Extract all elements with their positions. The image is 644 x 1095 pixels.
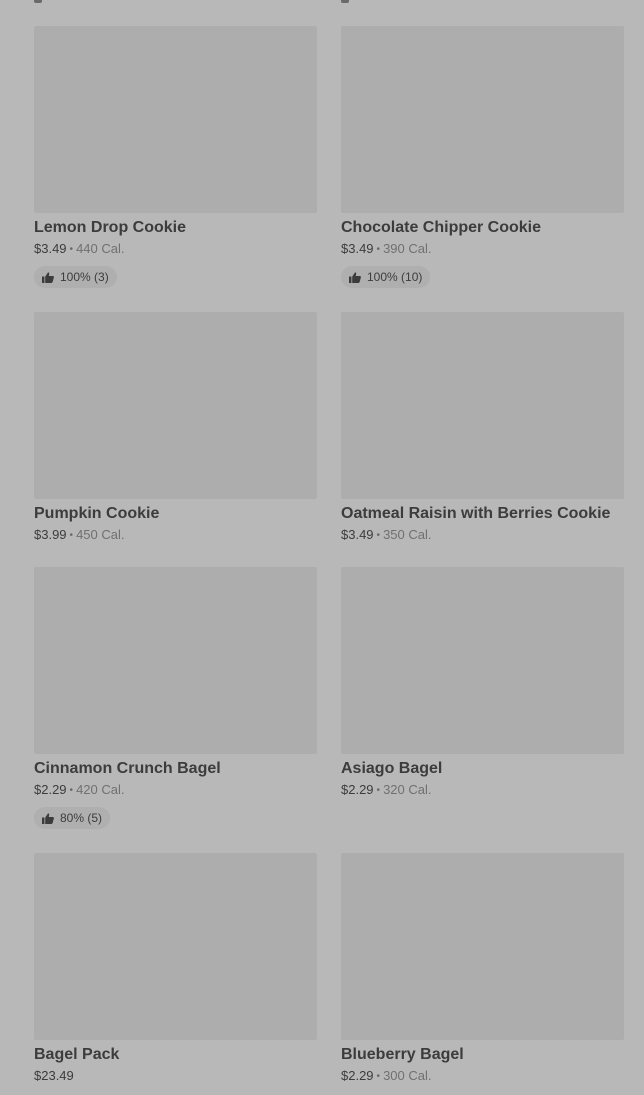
menu-item-card[interactable]: Bagel Pack $23.49 bbox=[34, 853, 317, 1084]
rating-badge: 80% (5) bbox=[34, 807, 111, 829]
menu-item-image[interactable] bbox=[34, 26, 317, 213]
menu-page: Lemon Drop Cookie $3.49 • 440 Cal. 100% (3… bbox=[0, 0, 644, 1095]
menu-item-image[interactable] bbox=[341, 312, 624, 499]
menu-item-card[interactable]: Asiago Bagel $2.29 • 320 Cal. bbox=[341, 567, 624, 829]
menu-item-price: $2.29 bbox=[34, 782, 67, 797]
separator-dot: • bbox=[376, 785, 381, 796]
menu-item-meta: $3.49 • 440 Cal. bbox=[34, 242, 317, 257]
menu-item-price: $3.49 bbox=[34, 241, 67, 256]
menu-item-meta: $3.49 • 350 Cal. bbox=[341, 528, 624, 543]
menu-item-name: Lemon Drop Cookie bbox=[34, 219, 187, 236]
menu-item-price: $3.49 bbox=[341, 527, 374, 542]
menu-item-price: $2.29 bbox=[341, 782, 374, 797]
previous-price-fragment bbox=[34, 0, 42, 3]
previous-price-fragment bbox=[341, 0, 349, 3]
rating-badge: 100% (3) bbox=[34, 266, 117, 288]
menu-item-card[interactable]: Chocolate Chipper Cookie $3.49 • 390 Cal. … bbox=[341, 26, 624, 288]
rating-value: 100% (10) bbox=[367, 270, 423, 284]
menu-item-price: $23.49 bbox=[34, 1068, 74, 1083]
menu-item-name: Cinnamon Crunch Bagel bbox=[34, 760, 221, 777]
menu-item-name: Bagel Pack bbox=[34, 1046, 120, 1063]
menu-item-name: Blueberry Bagel bbox=[341, 1046, 464, 1063]
menu-item-calories: 320 Cal. bbox=[383, 782, 432, 797]
separator-dot: • bbox=[69, 244, 74, 255]
separator-dot: • bbox=[69, 785, 74, 796]
menu-item-price: $3.49 bbox=[341, 241, 374, 256]
menu-item-calories: 300 Cal. bbox=[383, 1068, 432, 1083]
rating-badge: 100% (10) bbox=[341, 266, 431, 288]
previous-row-sliver bbox=[34, 0, 624, 4]
menu-item-card[interactable]: Cinnamon Crunch Bagel $2.29 • 420 Cal. 80%… bbox=[34, 567, 317, 829]
menu-item-grid: Lemon Drop Cookie $3.49 • 440 Cal. 100% (3… bbox=[34, 26, 624, 1084]
rating-value: 80% (5) bbox=[60, 811, 103, 825]
menu-item-name: Oatmeal Raisin with Berries Cookie bbox=[341, 505, 611, 522]
thumbs-up-icon bbox=[42, 271, 54, 283]
menu-item-calories: 440 Cal. bbox=[76, 241, 125, 256]
menu-item-image[interactable] bbox=[34, 312, 317, 499]
menu-item-image[interactable] bbox=[341, 567, 624, 754]
rating-value: 100% (3) bbox=[60, 270, 109, 284]
menu-item-image[interactable] bbox=[34, 853, 317, 1040]
menu-item-price: $3.99 bbox=[34, 527, 67, 542]
menu-item-name: Asiago Bagel bbox=[341, 760, 443, 777]
thumbs-up-icon bbox=[42, 812, 54, 824]
thumbs-up-icon bbox=[349, 271, 361, 283]
menu-item-meta: $3.49 • 390 Cal. bbox=[341, 242, 624, 257]
menu-item-meta: $2.29 • 320 Cal. bbox=[341, 783, 624, 798]
menu-item-image[interactable] bbox=[34, 567, 317, 754]
menu-item-image[interactable] bbox=[341, 26, 624, 213]
menu-item-card[interactable]: Lemon Drop Cookie $3.49 • 440 Cal. 100% (3… bbox=[34, 26, 317, 288]
menu-item-card[interactable]: Blueberry Bagel $2.29 • 300 Cal. bbox=[341, 853, 624, 1084]
menu-item-meta: $2.29 • 300 Cal. bbox=[341, 1069, 624, 1084]
menu-item-meta: $23.49 bbox=[34, 1069, 317, 1083]
menu-item-calories: 420 Cal. bbox=[76, 782, 125, 797]
menu-item-name: Pumpkin Cookie bbox=[34, 505, 160, 522]
menu-item-calories: 390 Cal. bbox=[383, 241, 432, 256]
separator-dot: • bbox=[376, 1071, 381, 1082]
menu-item-calories: 350 Cal. bbox=[383, 527, 432, 542]
menu-item-price: $2.29 bbox=[341, 1068, 374, 1083]
separator-dot: • bbox=[376, 530, 381, 541]
menu-item-card[interactable]: Pumpkin Cookie $3.99 • 450 Cal. bbox=[34, 312, 317, 543]
menu-item-card[interactable]: Oatmeal Raisin with Berries Cookie $3.49… bbox=[341, 312, 624, 543]
menu-item-name: Chocolate Chipper Cookie bbox=[341, 219, 542, 236]
menu-item-meta: $3.99 • 450 Cal. bbox=[34, 528, 317, 543]
separator-dot: • bbox=[69, 530, 74, 541]
menu-item-image[interactable] bbox=[341, 853, 624, 1040]
menu-item-meta: $2.29 • 420 Cal. bbox=[34, 783, 317, 798]
separator-dot: • bbox=[376, 244, 381, 255]
menu-item-calories: 450 Cal. bbox=[76, 527, 125, 542]
